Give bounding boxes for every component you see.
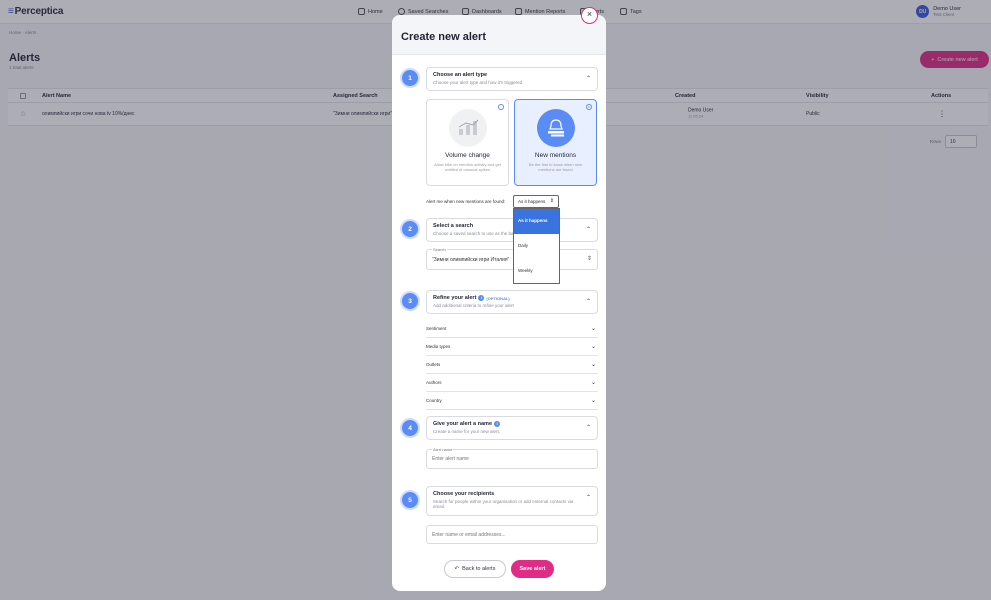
step-5-badge: 5: [400, 490, 420, 510]
modal-title: Create new alert: [401, 31, 486, 43]
filter-country[interactable]: Country ⌄: [426, 392, 598, 410]
chevron-down-icon: ⌄: [590, 326, 596, 332]
step-3-header[interactable]: Refine your alert i (OPTIONAL) Add additio…: [426, 290, 598, 314]
step-5-header[interactable]: Choose your recipients Search for people…: [426, 486, 598, 516]
frequency-select[interactable]: As it happens ⇕: [513, 195, 559, 208]
step-1-header[interactable]: Choose an alert type Choose your alert t…: [426, 67, 598, 91]
step-2-badge: 2: [400, 219, 420, 239]
alert-type-new-mentions[interactable]: New mentions Be the first to know when n…: [514, 99, 597, 186]
chevron-up-icon: ⌃: [585, 495, 591, 501]
frequency-option-weekly[interactable]: Weekly: [514, 259, 559, 284]
step-2-header[interactable]: Select a search Choose a saved search to…: [426, 218, 598, 242]
chevron-down-icon: ⌄: [590, 380, 596, 386]
info-icon: i: [494, 421, 500, 427]
frequency-option-daily[interactable]: Daily: [514, 234, 559, 259]
radio-icon: [586, 104, 592, 110]
step-4-badge: 4: [400, 418, 420, 438]
close-modal-button[interactable]: ×: [581, 7, 598, 24]
step-4-header[interactable]: Give your alert a name i Create a name fo…: [426, 416, 598, 440]
create-alert-modal: Create new alert 1 Choose an alert type …: [392, 15, 606, 591]
recipients-input[interactable]: Enter name or email addresses...: [426, 525, 598, 544]
filter-media-types[interactable]: Media types ⌄: [426, 338, 598, 356]
select-arrows-icon: ⇕: [549, 198, 554, 204]
alert-type-volume-change[interactable]: Volume change Allow bike on mention acti…: [426, 99, 509, 186]
volume-chart-icon: [448, 109, 487, 147]
chevron-down-icon: ⌄: [590, 344, 596, 350]
save-alert-button[interactable]: Save alert: [511, 560, 554, 578]
alert-name-input[interactable]: Alert name Enter alert name: [426, 447, 598, 469]
chevron-down-icon: ⌄: [590, 362, 596, 368]
filter-authors[interactable]: Authors ⌄: [426, 374, 598, 392]
chevron-up-icon: ⌃: [585, 299, 591, 305]
filter-sentiment[interactable]: Sentiment ⌄: [426, 320, 598, 338]
bell-messages-icon: [536, 109, 575, 147]
alert-me-label: Alert me when new mentions are found:: [426, 199, 506, 204]
frequency-dropdown: As it happens Daily Weekly: [513, 208, 560, 284]
info-icon: i: [478, 295, 485, 301]
step-3-badge: 3: [400, 291, 420, 311]
chevron-up-icon: ⌃: [585, 76, 591, 82]
back-to-alerts-button[interactable]: ↶ Back to alerts: [444, 560, 506, 578]
frequency-option-as-it-happens[interactable]: As it happens: [514, 209, 559, 234]
chevron-down-icon: ⌄: [590, 398, 596, 404]
back-arrow-icon: ↶: [454, 566, 460, 572]
search-select[interactable]: Search "Зимни олимпийски игри Италия" ⇕: [426, 247, 598, 270]
radio-icon: [498, 104, 504, 110]
chevron-up-icon: ⌃: [585, 425, 591, 431]
select-arrows-icon: ⇕: [586, 256, 592, 262]
chevron-up-icon: ⌃: [585, 227, 591, 233]
step-1-badge: 1: [400, 68, 420, 88]
filter-outlets[interactable]: Outlets ⌄: [426, 356, 598, 374]
